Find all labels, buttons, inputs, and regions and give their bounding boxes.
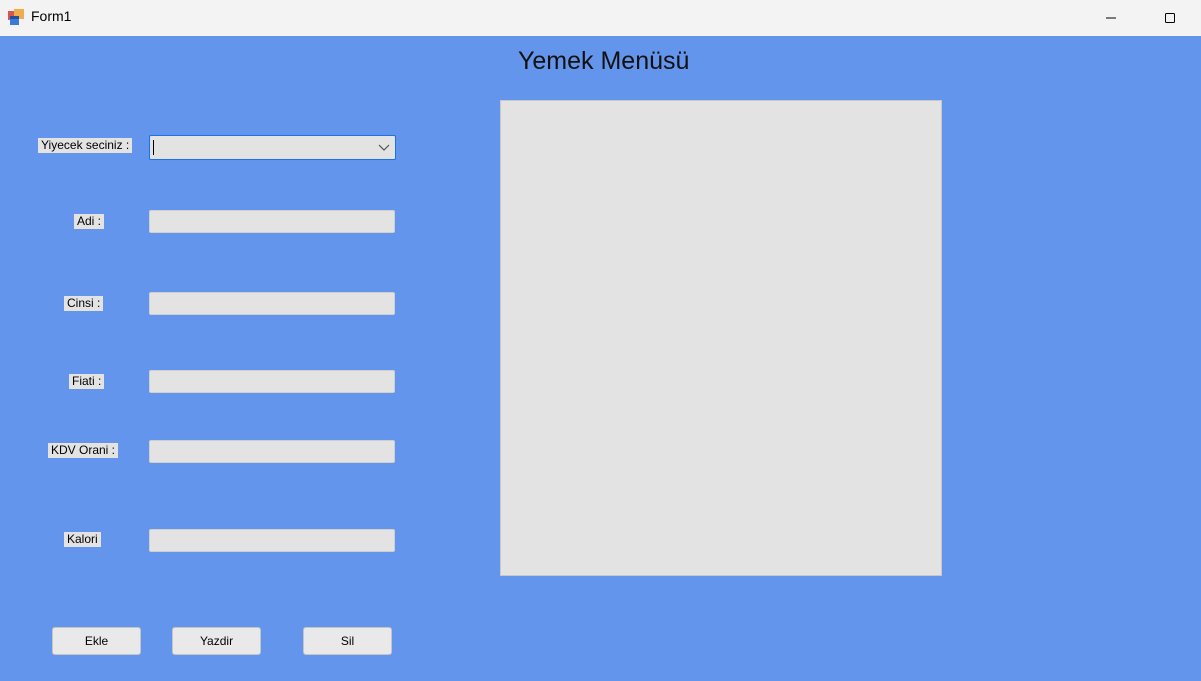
cinsi-label: Cinsi : <box>64 296 104 311</box>
cinsi-field[interactable] <box>149 292 395 315</box>
chevron-down-icon[interactable] <box>377 140 391 154</box>
minimize-icon <box>1106 17 1116 19</box>
maximize-icon <box>1165 13 1175 23</box>
kalori-label: Kalori <box>64 532 101 547</box>
winforms-app-icon <box>8 9 24 25</box>
minimize-button[interactable] <box>1088 0 1134 36</box>
kdv-label: KDV Orani : <box>48 443 119 458</box>
kdv-field[interactable] <box>149 440 395 463</box>
fiati-field[interactable] <box>149 370 395 393</box>
kalori-field[interactable] <box>149 529 395 552</box>
food-picture-box <box>500 100 942 576</box>
adi-field[interactable] <box>149 210 395 233</box>
sil-button[interactable]: Sil <box>303 627 392 655</box>
title-bar[interactable]: Form1 <box>0 0 1201 36</box>
text-caret <box>153 140 154 155</box>
yiyecek-combobox[interactable] <box>149 135 396 160</box>
form-client-area: Yemek Menüsü Yiyecek seciniz : Adi : Cin… <box>0 36 1201 681</box>
page-title: Yemek Menüsü <box>518 47 690 75</box>
ekle-button[interactable]: Ekle <box>52 627 141 655</box>
adi-label: Adi : <box>74 214 105 229</box>
fiati-label: Fiati : <box>69 374 105 389</box>
window-title: Form1 <box>31 8 72 24</box>
maximize-button[interactable] <box>1147 0 1193 36</box>
yazdir-button[interactable]: Yazdir <box>172 627 261 655</box>
main-window: Form1 Yemek Menüsü Yiyecek seciniz : Adi… <box>0 0 1201 681</box>
yiyecek-label: Yiyecek seciniz : <box>38 138 133 153</box>
